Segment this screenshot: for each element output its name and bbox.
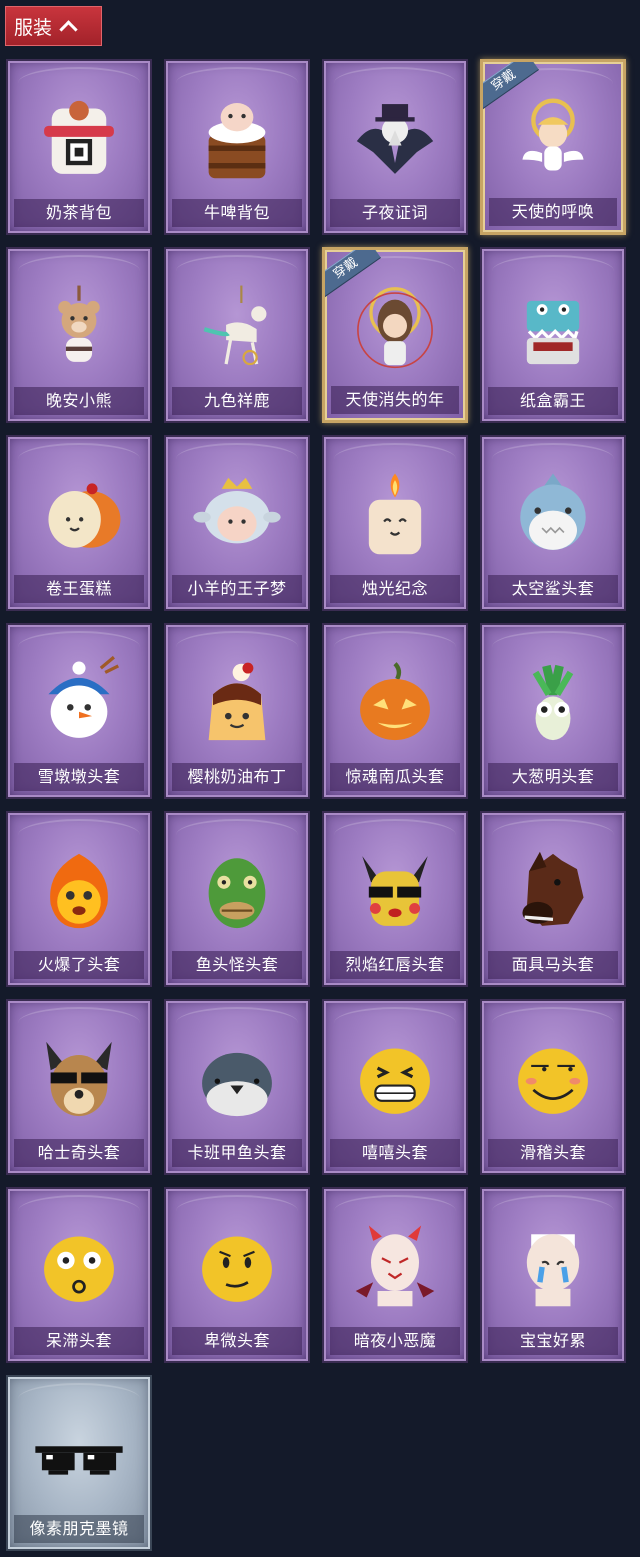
costume-card[interactable]: 牛啤背包 (164, 59, 310, 235)
cow-beer-backpack-icon (189, 91, 285, 191)
costume-name: 晚安小熊 (14, 387, 144, 415)
costume-card[interactable]: 鱼头怪头套 (164, 811, 310, 987)
sheep-prince-icon (189, 467, 285, 567)
costume-card[interactable]: 小羊的王子梦 (164, 435, 310, 611)
costume-name: 纸盒霸王 (488, 387, 618, 415)
pixel-sunglasses-icon (31, 1407, 127, 1507)
costume-card[interactable]: 像素朋克墨镜 (6, 1375, 152, 1551)
costume-card[interactable]: 天使的呼唤 穿戴 (480, 59, 626, 235)
costume-name: 像素朋克墨镜 (14, 1515, 144, 1543)
costume-name: 子夜证词 (330, 199, 460, 227)
fire-head-icon (31, 843, 127, 943)
husky-icon (31, 1031, 127, 1131)
humble-emoji-icon (189, 1219, 285, 1319)
horse-mask-icon (505, 843, 601, 943)
costume-card[interactable]: 烛光纪念 (322, 435, 468, 611)
fish-monster-icon (189, 843, 285, 943)
costume-category-toggle[interactable]: 服装 (5, 6, 102, 46)
costume-card[interactable]: 卑微头套 (164, 1187, 310, 1363)
costume-card[interactable]: 大葱明头套 (480, 623, 626, 799)
costume-name: 呆滞头套 (14, 1327, 144, 1355)
angel-vanished-icon (347, 280, 443, 380)
little-devil-icon (347, 1219, 443, 1319)
costume-card[interactable]: 面具马头套 (480, 811, 626, 987)
tired-baby-icon (505, 1219, 601, 1319)
costume-name: 宝宝好累 (488, 1327, 618, 1355)
costume-name: 卡班甲鱼头套 (172, 1139, 302, 1167)
costume-card[interactable]: 太空鲨头套 (480, 435, 626, 611)
costume-name: 大葱明头套 (488, 763, 618, 791)
costume-name: 雪墩墩头套 (14, 763, 144, 791)
costume-name: 哈士奇头套 (14, 1139, 144, 1167)
costume-card[interactable]: 九色祥鹿 (164, 247, 310, 423)
angel-call-icon (505, 92, 601, 192)
costume-name: 樱桃奶油布丁 (172, 763, 302, 791)
cardboard-dino-icon (505, 279, 601, 379)
costume-name: 卷王蛋糕 (14, 575, 144, 603)
costume-card[interactable]: 呆滞头套 (6, 1187, 152, 1363)
snowman-icon (31, 655, 127, 755)
costume-card[interactable]: 滑稽头套 (480, 999, 626, 1175)
costume-card[interactable]: 纸盒霸王 (480, 247, 626, 423)
costume-card[interactable]: 卡班甲鱼头套 (164, 999, 310, 1175)
costume-card[interactable]: 哈士奇头套 (6, 999, 152, 1175)
grin-emoji-icon (347, 1031, 443, 1131)
costume-name: 卑微头套 (172, 1327, 302, 1355)
scallion-icon (505, 655, 601, 755)
costume-name: 太空鲨头套 (488, 575, 618, 603)
dazed-emoji-icon (31, 1219, 127, 1319)
costume-card[interactable]: 卷王蛋糕 (6, 435, 152, 611)
costume-name: 九色祥鹿 (172, 387, 302, 415)
midnight-testimony-icon (347, 91, 443, 191)
roll-cake-icon (31, 467, 127, 567)
costume-name: 嘻嘻头套 (330, 1139, 460, 1167)
costume-name: 烈焰红唇头套 (330, 951, 460, 979)
yellow-mouse-icon (347, 843, 443, 943)
space-shark-icon (505, 467, 601, 567)
costume-card[interactable]: 晚安小熊 (6, 247, 152, 423)
candle-icon (347, 467, 443, 567)
costume-card[interactable]: 暗夜小恶魔 (322, 1187, 468, 1363)
whale-head-icon (189, 1031, 285, 1131)
costume-name: 暗夜小恶魔 (330, 1327, 460, 1355)
costume-name: 滑稽头套 (488, 1139, 618, 1167)
costume-card[interactable]: 子夜证词 (322, 59, 468, 235)
costume-name: 火爆了头套 (14, 951, 144, 979)
costume-name: 天使的呼唤 (489, 198, 617, 226)
costume-card[interactable]: 天使消失的年 穿戴 (322, 247, 468, 423)
costume-card[interactable]: 火爆了头套 (6, 811, 152, 987)
costume-name: 小羊的王子梦 (172, 575, 302, 603)
costume-name: 奶茶背包 (14, 199, 144, 227)
costume-card[interactable]: 雪墩墩头套 (6, 623, 152, 799)
costume-name: 面具马头套 (488, 951, 618, 979)
milk-tea-backpack-icon (31, 91, 127, 191)
nine-color-deer-icon (189, 279, 285, 379)
costume-name: 牛啤背包 (172, 199, 302, 227)
goodnight-bear-icon (31, 279, 127, 379)
costume-name: 天使消失的年 (331, 386, 459, 414)
costume-card[interactable]: 惊魂南瓜头套 (322, 623, 468, 799)
costume-card[interactable]: 樱桃奶油布丁 (164, 623, 310, 799)
chevron-up-icon (59, 19, 78, 39)
costume-card[interactable]: 嘻嘻头套 (322, 999, 468, 1175)
costume-name: 鱼头怪头套 (172, 951, 302, 979)
costume-card[interactable]: 奶茶背包 (6, 59, 152, 235)
cherry-pudding-icon (189, 655, 285, 755)
costume-name: 烛光纪念 (330, 575, 460, 603)
category-title: 服装 (14, 16, 53, 39)
costume-card[interactable]: 宝宝好累 (480, 1187, 626, 1363)
costume-card[interactable]: 烈焰红唇头套 (322, 811, 468, 987)
pumpkin-icon (347, 655, 443, 755)
funny-emoji-icon (505, 1031, 601, 1131)
costume-name: 惊魂南瓜头套 (330, 763, 460, 791)
